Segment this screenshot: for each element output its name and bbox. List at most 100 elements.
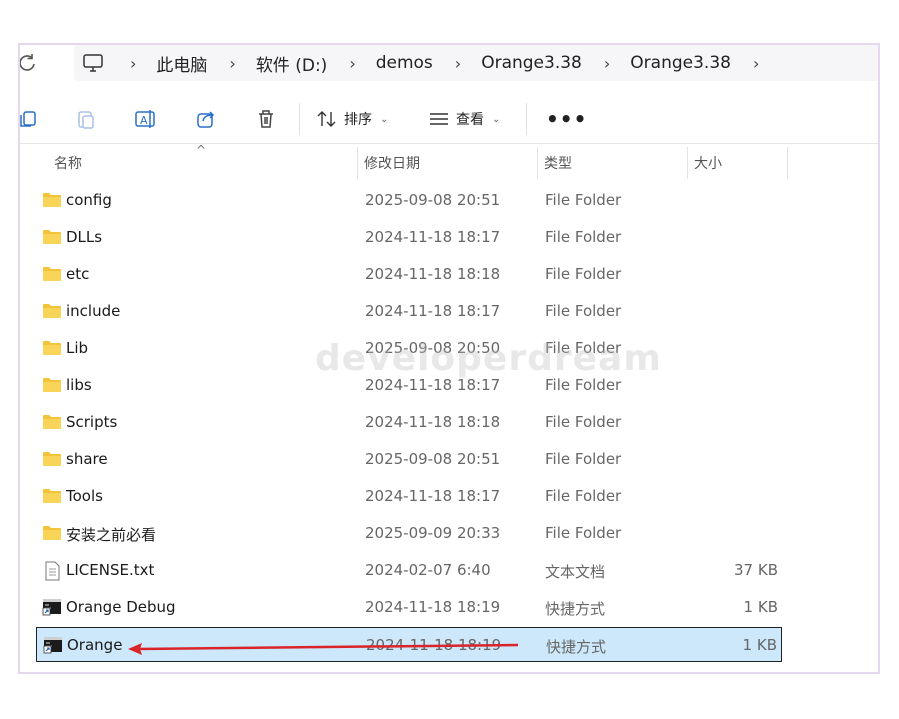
folder-icon [42, 450, 62, 468]
refresh-icon[interactable] [20, 52, 38, 74]
file-type: File Folder [545, 302, 622, 320]
column-divider[interactable] [357, 147, 358, 179]
table-row[interactable]: share 2025-09-08 20:51 File Folder [36, 442, 782, 477]
folder-icon [42, 524, 62, 542]
file-size: 37 KB [734, 561, 778, 579]
column-name[interactable]: 名称 [54, 153, 82, 173]
breadcrumb-item-drive[interactable]: 软件 (D:) [256, 51, 328, 76]
folder-icon [42, 302, 62, 320]
table-row[interactable]: 安装之前必看 2025-09-09 20:33 File Folder [36, 516, 782, 551]
chevron-down-icon: ⌄ [380, 113, 389, 125]
chevron-right-icon[interactable]: › [753, 54, 759, 73]
folder-icon [42, 265, 62, 283]
copy-icon[interactable] [20, 105, 42, 133]
chevron-right-icon: › [130, 53, 137, 73]
column-divider[interactable] [537, 147, 538, 179]
file-name: Orange [67, 636, 123, 654]
file-modified-date: 2025-09-08 20:51 [365, 191, 501, 209]
table-row[interactable]: etc 2024-11-18 18:18 File Folder [36, 257, 782, 292]
file-name: 安装之前必看 [66, 526, 157, 544]
table-row[interactable]: include 2024-11-18 18:17 File Folder [36, 294, 782, 329]
chevron-right-icon: › [603, 53, 611, 73]
file-name: LICENSE.txt [66, 561, 155, 579]
toolbar-separator [299, 103, 300, 135]
file-type: 文本文档 [545, 563, 606, 581]
chevron-right-icon: › [454, 53, 462, 73]
file-name: Scripts [66, 413, 118, 431]
file-modified-date: 2024-11-18 18:17 [365, 302, 501, 320]
file-type: File Folder [545, 450, 622, 468]
more-options-button[interactable]: ••• [546, 107, 587, 131]
svg-text:A: A [140, 114, 148, 127]
view-label: 查看 [456, 112, 484, 128]
file-name: Orange Debug [66, 598, 176, 616]
file-modified-date: 2024-11-18 18:17 [365, 228, 501, 246]
table-row[interactable]: DLLs 2024-11-18 18:17 File Folder [36, 220, 782, 255]
column-type[interactable]: 类型 [544, 153, 572, 173]
column-divider[interactable] [687, 147, 688, 179]
file-name: libs [66, 376, 92, 394]
sort-ascending-icon: ^ [196, 143, 207, 157]
address-bar: › 此电脑 › 软件 (D:) › demos › Orange3.38 › O… [20, 45, 878, 85]
file-type: File Folder [545, 487, 622, 505]
table-row[interactable]: Orange Debug 2024-11-18 18:19 快捷方式 1 KB [36, 590, 782, 625]
column-size[interactable]: 大小 [694, 153, 722, 173]
annotation-arrow [128, 643, 518, 655]
file-size: 1 KB [742, 636, 777, 654]
folder-icon [42, 339, 62, 357]
folder-icon [42, 191, 62, 209]
rename-icon[interactable]: A [132, 105, 160, 133]
sort-icon [317, 111, 336, 127]
file-name: Lib [66, 339, 89, 357]
view-icon [430, 113, 448, 125]
file-modified-date: 2025-09-08 20:51 [365, 450, 501, 468]
file-type: File Folder [545, 228, 622, 246]
table-row[interactable]: config 2025-09-08 20:51 File Folder [36, 183, 782, 218]
share-icon[interactable] [192, 105, 220, 133]
table-row[interactable]: LICENSE.txt 2024-02-07 6:40 文本文档 37 KB [36, 553, 782, 588]
table-row[interactable]: Scripts 2024-11-18 18:18 File Folder [36, 405, 782, 440]
column-modified[interactable]: 修改日期 [364, 153, 420, 173]
file-name: include [66, 302, 121, 320]
table-row[interactable]: Tools 2024-11-18 18:17 File Folder [36, 479, 782, 514]
text-file-icon [42, 561, 62, 581]
breadcrumb-item-this-pc[interactable]: 此电脑 [156, 51, 207, 76]
breadcrumb-item-demos[interactable]: demos [376, 53, 433, 73]
chevron-down-icon: ⌄ [492, 113, 501, 125]
file-modified-date: 2024-11-18 18:18 [365, 265, 501, 283]
folder-icon [42, 228, 62, 246]
file-size: 1 KB [743, 598, 778, 616]
folder-icon [42, 376, 62, 394]
file-name: config [66, 191, 112, 209]
file-name: DLLs [66, 228, 103, 246]
file-modified-date: 2025-09-09 20:33 [365, 524, 501, 542]
file-name: share [66, 450, 108, 468]
file-modified-date: 2024-11-18 18:18 [365, 413, 501, 431]
column-divider[interactable] [787, 147, 788, 179]
sort-button[interactable]: 排序 ⌄ [316, 109, 388, 129]
chevron-right-icon: › [349, 53, 356, 73]
file-type: 快捷方式 [545, 600, 606, 618]
file-modified-date: 2024-02-07 6:40 [365, 561, 491, 579]
file-type: File Folder [545, 265, 622, 283]
breadcrumb-item-orange-current[interactable]: Orange3.38 [630, 53, 731, 73]
file-type: File Folder [545, 413, 622, 431]
folder-icon [42, 413, 62, 431]
file-type: File Folder [545, 191, 622, 209]
column-header: ^ 名称 修改日期 类型 大小 [20, 143, 878, 179]
watermark: developerdream [315, 338, 662, 379]
command-bar: A 排序 ⌄ 查看 ⌄ ••• [20, 97, 878, 144]
breadcrumb[interactable]: › 此电脑 › 软件 (D:) › demos › Orange3.38 › O… [74, 45, 878, 81]
file-type: File Folder [545, 524, 622, 542]
chevron-right-icon: › [229, 53, 236, 73]
file-name: Tools [66, 487, 103, 505]
delete-icon[interactable] [252, 105, 280, 133]
view-button[interactable]: 查看 ⌄ [428, 109, 500, 129]
shortcut-icon [43, 636, 63, 654]
computer-icon[interactable] [82, 52, 108, 74]
file-modified-date: 2024-11-18 18:19 [365, 598, 501, 616]
paste-icon[interactable] [72, 105, 100, 133]
file-explorer-window: › 此电脑 › 软件 (D:) › demos › Orange3.38 › O… [18, 43, 880, 674]
shortcut-icon [42, 598, 62, 616]
breadcrumb-item-orange-parent[interactable]: Orange3.38 [481, 53, 582, 73]
